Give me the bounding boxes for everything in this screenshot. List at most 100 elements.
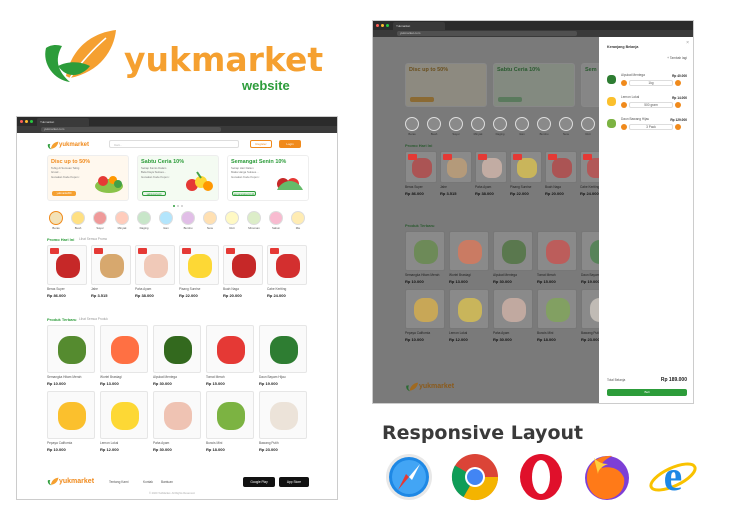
maximize-window-icon[interactable] [386,24,389,27]
product-name[interactable]: Buncis Mini [206,441,254,446]
header-logo-icon[interactable] [47,141,59,150]
product-name[interactable]: Semangka Hitam Merah [405,273,445,278]
product-card[interactable] [405,231,445,271]
category-icon[interactable] [159,211,173,225]
category-icon[interactable] [471,117,485,131]
decrease-qty-button[interactable] [621,80,627,86]
url-field[interactable]: yukmarket.com [41,127,221,132]
product-card[interactable] [405,151,437,183]
footer-link-contact[interactable]: Kontak [143,480,153,485]
product-name[interactable]: Paha Ayam [493,331,533,336]
product-card[interactable] [267,245,307,285]
category-icon[interactable] [581,117,595,131]
product-card[interactable] [493,289,533,329]
product-card[interactable] [510,151,542,183]
product-name[interactable]: Alpukat Mentega [153,375,201,380]
category-icon[interactable] [559,117,573,131]
product-card[interactable] [223,245,263,285]
product-name[interactable]: Pepaya California [47,441,95,446]
product-card[interactable] [47,325,95,373]
product-name[interactable]: Paha Ayam [153,441,201,446]
minimize-window-icon[interactable] [25,120,28,123]
product-name[interactable]: Lemon Lokal [449,331,489,336]
close-window-icon[interactable] [376,24,379,27]
category-icon[interactable] [269,211,283,225]
product-name[interactable]: Semangka Hitam Merah [47,375,95,380]
qty-field[interactable]: 1kg [629,80,673,86]
login-button[interactable]: Login [279,140,301,148]
category-icon[interactable] [115,211,129,225]
category-icon[interactable] [537,117,551,131]
product-card[interactable] [537,231,577,271]
product-card[interactable] [47,391,95,439]
increase-qty-button[interactable] [675,102,681,108]
category-icon[interactable] [49,211,63,225]
product-name[interactable]: Wortel Brastagi [449,273,489,278]
product-name[interactable]: Wortel Brastagi [100,375,148,380]
product-name[interactable]: Buncis Mini [537,331,577,336]
product-card[interactable] [206,391,254,439]
product-name[interactable]: Daun Bayam Hijau [259,375,307,380]
category-icon[interactable] [181,211,195,225]
product-card[interactable] [259,325,307,373]
product-name[interactable]: Jahe [91,287,131,292]
product-name[interactable]: Jahe [440,185,472,190]
category-icon[interactable] [137,211,151,225]
product-card[interactable] [135,245,175,285]
category-icon[interactable] [515,117,529,131]
qty-field[interactable]: 500 gram [629,102,673,108]
product-card[interactable] [440,151,472,183]
section-products-link[interactable]: Lihat Semua Produk [79,317,108,322]
increase-qty-button[interactable] [675,80,681,86]
product-name[interactable]: Bawang Putih [259,441,307,446]
decrease-qty-button[interactable] [621,102,627,108]
category-icon[interactable] [405,117,419,131]
product-name[interactable]: Tomat Merah [206,375,254,380]
product-name[interactable]: Beras Super [405,185,437,190]
browser-tab[interactable]: Yukmarket [393,22,445,30]
product-name[interactable]: Buah Naga [223,287,263,292]
carousel-indicator[interactable] [173,205,183,207]
product-name[interactable]: Pisang Sunrise [179,287,219,292]
product-card[interactable] [153,391,201,439]
product-card[interactable] [179,245,219,285]
maximize-window-icon[interactable] [30,120,33,123]
product-name[interactable]: Cabe Keriting [267,287,307,292]
footer-link-about[interactable]: Tentang Kami [109,480,129,485]
product-card[interactable] [47,245,87,285]
product-name[interactable]: Paha Ayam [135,287,175,292]
minimize-window-icon[interactable] [381,24,384,27]
product-card[interactable] [537,289,577,329]
product-card[interactable] [475,151,507,183]
app-store-button[interactable]: App Store [279,477,309,487]
product-card[interactable] [405,289,445,329]
product-card[interactable] [206,325,254,373]
product-card[interactable] [545,151,577,183]
product-name[interactable]: Paha Ayam [475,185,507,190]
header-brand[interactable]: yukmarket [59,142,89,148]
product-card[interactable] [153,325,201,373]
category-icon[interactable] [427,117,441,131]
product-card[interactable] [100,391,148,439]
category-icon[interactable] [493,117,507,131]
category-icon[interactable] [291,211,305,225]
product-name[interactable]: Buah Naga [545,185,577,190]
product-name[interactable]: Alpukat Mentega [493,273,533,278]
product-name[interactable]: Lemon Lokal [100,441,148,446]
increase-qty-button[interactable] [675,124,681,130]
category-icon[interactable] [203,211,217,225]
url-field[interactable]: yukmarket.com [397,31,577,36]
product-card[interactable] [493,231,533,271]
product-card[interactable] [449,231,489,271]
product-card[interactable] [100,325,148,373]
product-name[interactable]: Pisang Sunrise [510,185,542,190]
search-input[interactable]: Cari... [109,140,239,148]
footer-logo-icon[interactable] [47,477,59,486]
product-name[interactable]: Beras Super [47,287,87,292]
product-card[interactable] [259,391,307,439]
promo-card-1[interactable]: Disc up to 50% Tebig di Sumuan Tebig Gro… [47,155,129,201]
register-button[interactable]: Register [250,140,272,148]
promo-card-3[interactable]: Semangat Senin 10% Setiap Hari Dalam Mak… [227,155,309,201]
promo-card-2[interactable]: Sabtu Ceria 10% Setiap Kamis Dalam Bela … [137,155,219,201]
product-card[interactable] [449,289,489,329]
